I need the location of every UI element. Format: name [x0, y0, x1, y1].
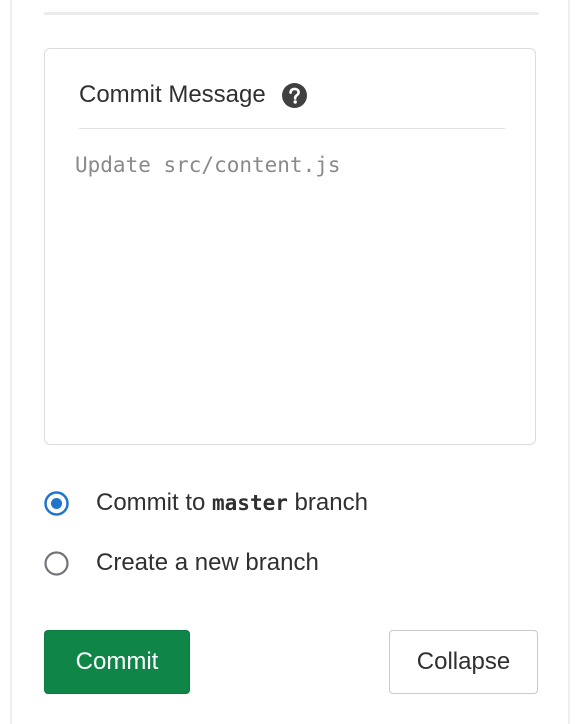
commit-message-box: Commit Message	[44, 48, 536, 445]
left-panel-border	[10, 0, 12, 724]
question-circle-icon[interactable]	[281, 83, 307, 108]
radio-unselected-svg	[44, 550, 69, 576]
radio-selected-svg	[44, 490, 69, 516]
commit-message-label: Commit Message	[79, 81, 266, 108]
radio-create-new-branch-label: Create a new branch	[96, 549, 319, 576]
radio-unselected-icon[interactable]	[44, 550, 69, 576]
question-circle-icon-svg	[281, 83, 307, 108]
radio-commit-to-master[interactable]: Commit to master branch	[44, 486, 368, 520]
commit-message-header: Commit Message	[79, 77, 505, 129]
radio-create-new-branch[interactable]: Create a new branch	[44, 546, 319, 580]
radio-label-suffix: branch	[287, 489, 368, 516]
commit-panel: Commit Message Commit to master branch	[0, 0, 578, 724]
commit-message-textarea[interactable]	[75, 151, 505, 421]
right-panel-border	[568, 0, 570, 724]
collapse-button[interactable]: Collapse	[389, 630, 538, 694]
radio-commit-to-master-label: Commit to master branch	[96, 486, 368, 520]
branch-name: master	[212, 491, 288, 515]
radio-selected-icon[interactable]	[44, 490, 69, 516]
commit-button[interactable]: Commit	[44, 630, 190, 694]
top-divider	[44, 12, 539, 15]
radio-label-prefix: Commit to	[96, 489, 213, 516]
